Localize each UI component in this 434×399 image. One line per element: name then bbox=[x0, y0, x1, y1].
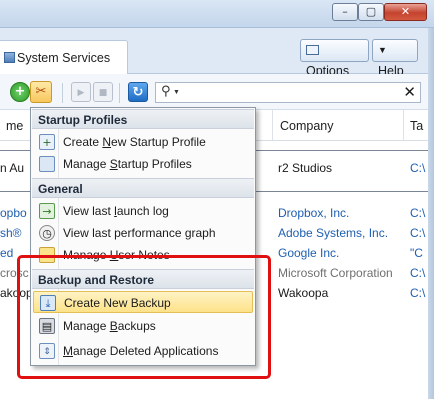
search-input[interactable]: ⚲ ▼ ✕ bbox=[155, 82, 421, 103]
services-icon bbox=[4, 52, 15, 63]
highlight-annotation bbox=[17, 255, 271, 379]
menu-section-startup-profiles: Startup Profiles bbox=[32, 109, 254, 129]
tab-bar: System Services Options ▼Help bbox=[0, 28, 428, 78]
options-button[interactable]: Options bbox=[300, 39, 369, 78]
toolbar-separator bbox=[62, 83, 63, 103]
search-icon: ⚲ bbox=[161, 84, 171, 99]
profiles-icon bbox=[39, 156, 55, 172]
toolbar: + ✂ ▶ ■ ↻ ⚲ ▼ ✕ bbox=[0, 74, 428, 110]
title-bar: – ▢ ✕ bbox=[0, 0, 434, 28]
maximize-button[interactable]: ▢ bbox=[358, 3, 384, 21]
menu-item-create-startup-profile[interactable]: + Create New Startup Profile bbox=[33, 131, 253, 153]
column-divider[interactable] bbox=[272, 110, 273, 141]
window-border bbox=[428, 28, 434, 399]
new-profile-icon: + bbox=[39, 134, 55, 150]
toolbar-separator bbox=[119, 83, 120, 103]
tools-button[interactable]: ✂ bbox=[30, 81, 52, 103]
clear-search-button[interactable]: ✕ bbox=[403, 83, 416, 101]
tab-label: System Services bbox=[17, 51, 111, 65]
close-button[interactable]: ✕ bbox=[384, 3, 427, 21]
add-icon: + bbox=[14, 84, 26, 99]
stop-button[interactable]: ■ bbox=[93, 82, 113, 102]
help-button[interactable]: ▼Help bbox=[372, 39, 418, 78]
add-button[interactable]: + bbox=[10, 82, 30, 102]
menu-item-view-performance-graph[interactable]: ◷ View last performance graph bbox=[33, 222, 253, 244]
tab-system-services[interactable]: System Services bbox=[0, 40, 128, 74]
column-divider[interactable] bbox=[403, 110, 404, 141]
menu-section-general: General bbox=[32, 178, 254, 198]
column-header-path[interactable]: Ta bbox=[410, 119, 423, 133]
start-button[interactable]: ▶ bbox=[71, 82, 91, 102]
stop-icon: ■ bbox=[98, 88, 108, 98]
dropdown-arrow-icon: ▼ bbox=[378, 45, 387, 55]
minimize-button[interactable]: – bbox=[332, 3, 358, 21]
menu-item-manage-startup-profiles[interactable]: Manage Startup Profiles bbox=[33, 153, 253, 175]
menu-item-view-launch-log[interactable]: → View last launch log bbox=[33, 200, 253, 222]
options-icon bbox=[306, 45, 319, 55]
search-dropdown-icon[interactable]: ▼ bbox=[173, 89, 180, 96]
refresh-button[interactable]: ↻ bbox=[128, 82, 148, 102]
column-header-name[interactable]: me bbox=[6, 119, 23, 133]
tools-icon: ✂ bbox=[35, 84, 47, 99]
play-icon: ▶ bbox=[77, 88, 85, 98]
refresh-icon: ↻ bbox=[132, 85, 144, 100]
graph-icon: ◷ bbox=[39, 225, 55, 241]
column-header-company[interactable]: Company bbox=[280, 119, 334, 133]
log-icon: → bbox=[39, 203, 55, 219]
